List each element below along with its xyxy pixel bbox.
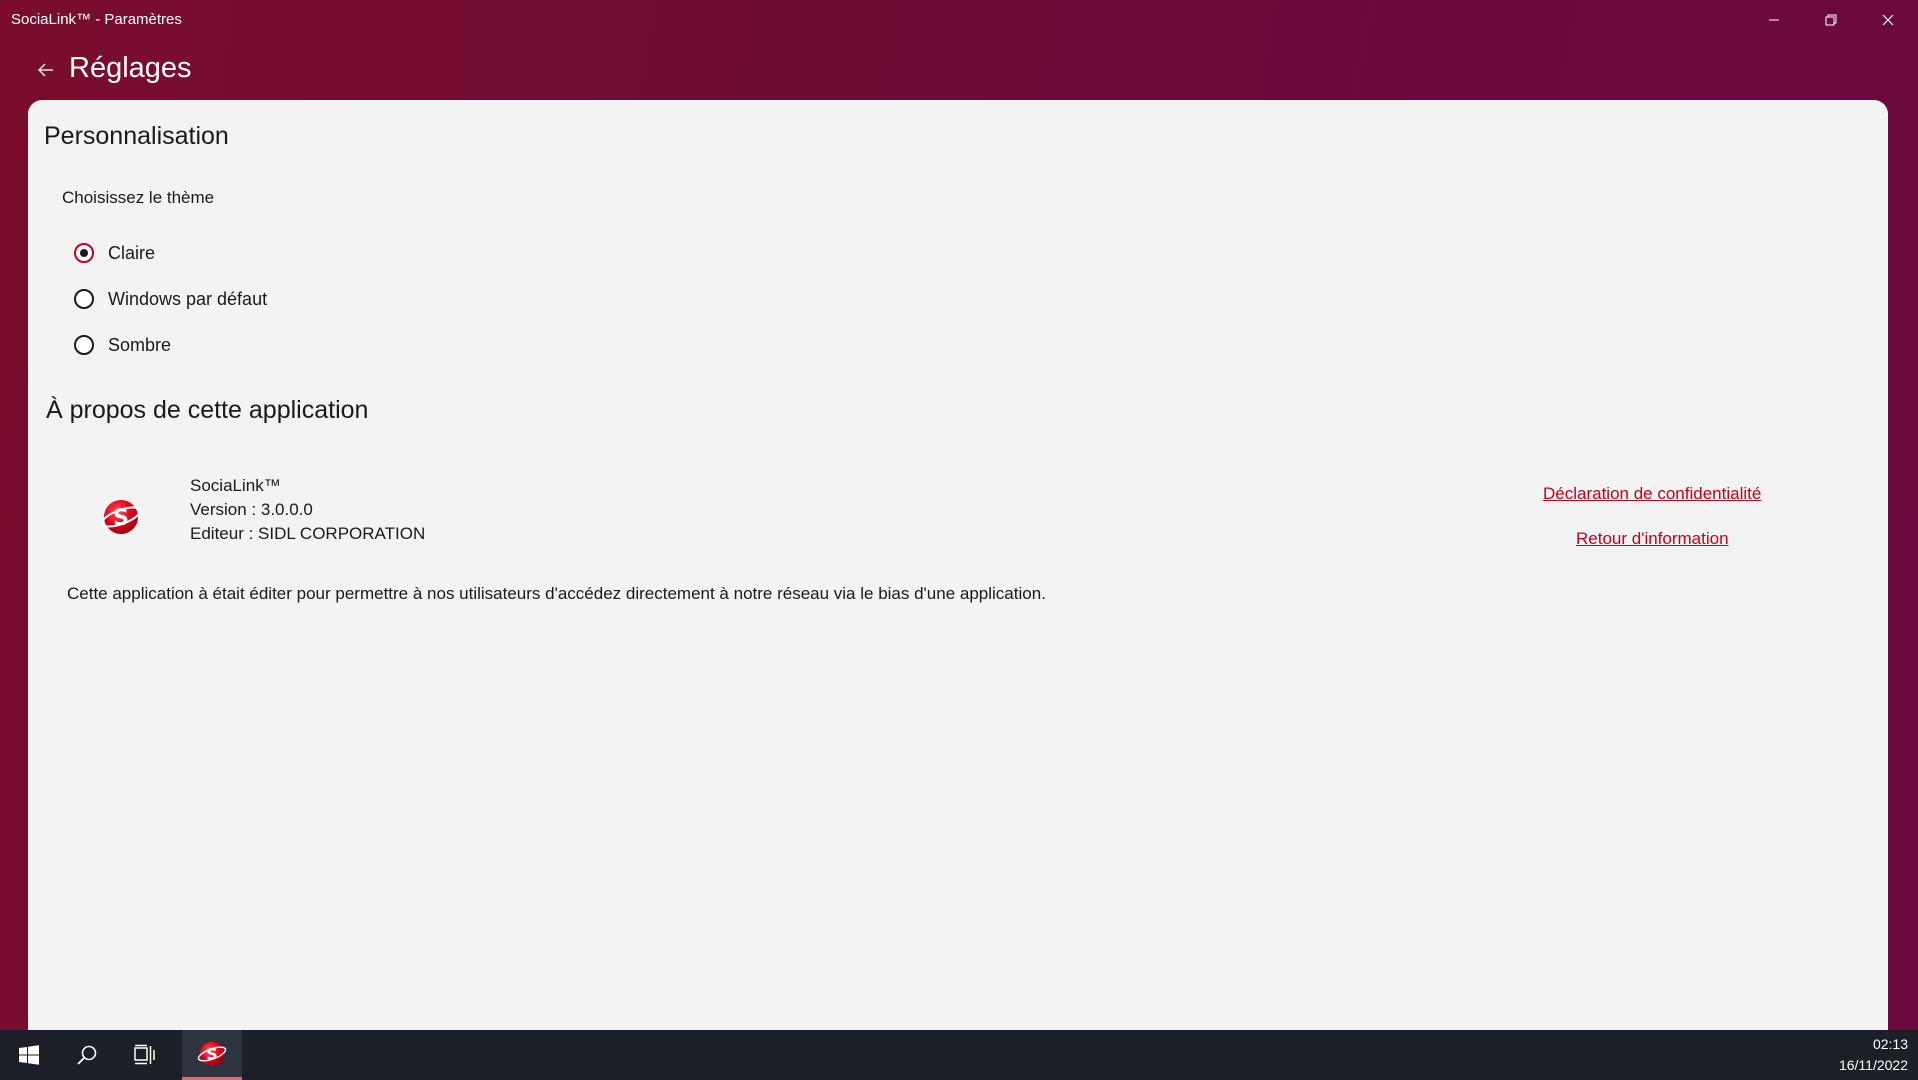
theme-option-light[interactable]: Claire: [74, 238, 155, 268]
start-button[interactable]: [0, 1030, 58, 1080]
clock-date: 16/11/2022: [1838, 1057, 1908, 1073]
radio-checked-icon[interactable]: [74, 243, 94, 263]
svg-text:S: S: [206, 1044, 217, 1063]
app-description: Cette application à était éditer pour pe…: [67, 584, 1046, 603]
taskbar: S 02:13 16/11/2022: [0, 1030, 1918, 1080]
close-button[interactable]: [1860, 0, 1916, 40]
privacy-statement-link[interactable]: Déclaration de confidentialité: [1543, 484, 1761, 504]
minimize-button[interactable]: [1746, 0, 1802, 40]
radio-unchecked-icon[interactable]: [74, 289, 94, 309]
app-name: SociaLink™: [190, 476, 281, 495]
minimize-icon: [1769, 19, 1779, 21]
personalization-heading: Personnalisation: [44, 122, 229, 150]
socialink-logo-icon: S: [101, 500, 141, 534]
search-icon: [77, 1045, 97, 1065]
taskbar-clock[interactable]: 02:13 16/11/2022: [1839, 1034, 1908, 1076]
task-view-icon: [134, 1044, 155, 1065]
search-button[interactable]: [58, 1030, 116, 1080]
feedback-link[interactable]: Retour d'information: [1576, 529, 1729, 549]
close-icon: [1882, 14, 1894, 26]
clock-time: 02:13: [1872, 1036, 1908, 1052]
back-button[interactable]: [30, 56, 62, 84]
restore-button[interactable]: [1803, 0, 1859, 40]
theme-option-label: Claire: [108, 242, 156, 263]
restore-icon: [1825, 14, 1837, 26]
svg-text:S: S: [113, 506, 129, 531]
page-title: Réglages: [69, 52, 192, 84]
about-heading: À propos de cette application: [46, 396, 369, 424]
theme-option-windows-default[interactable]: Windows par défaut: [74, 284, 267, 314]
windows-start-icon: [19, 1045, 39, 1065]
theme-option-dark[interactable]: Sombre: [74, 330, 171, 360]
arrow-left-icon: [38, 63, 53, 77]
theme-label: Choisissez le thème: [62, 188, 215, 207]
task-view-button[interactable]: [117, 1030, 175, 1080]
socialink-app-icon: S: [197, 1041, 227, 1066]
socialink-taskbar-button[interactable]: S: [182, 1030, 242, 1080]
app-info: SociaLink™ Version : 3.0.0.0 Editeur : S…: [190, 474, 425, 546]
app-version: Version : 3.0.0.0: [190, 500, 313, 519]
window-title: SociaLink™ - Paramètres: [11, 11, 182, 28]
title-bar: SociaLink™ - Paramètres: [0, 0, 1918, 40]
theme-option-label: Windows par défaut: [108, 288, 268, 309]
settings-card: Personnalisation Choisissez le thème Cla…: [28, 100, 1888, 1030]
radio-unchecked-icon[interactable]: [74, 335, 94, 355]
theme-option-label: Sombre: [108, 334, 172, 355]
app-publisher: Editeur : SIDL CORPORATION: [190, 524, 426, 543]
